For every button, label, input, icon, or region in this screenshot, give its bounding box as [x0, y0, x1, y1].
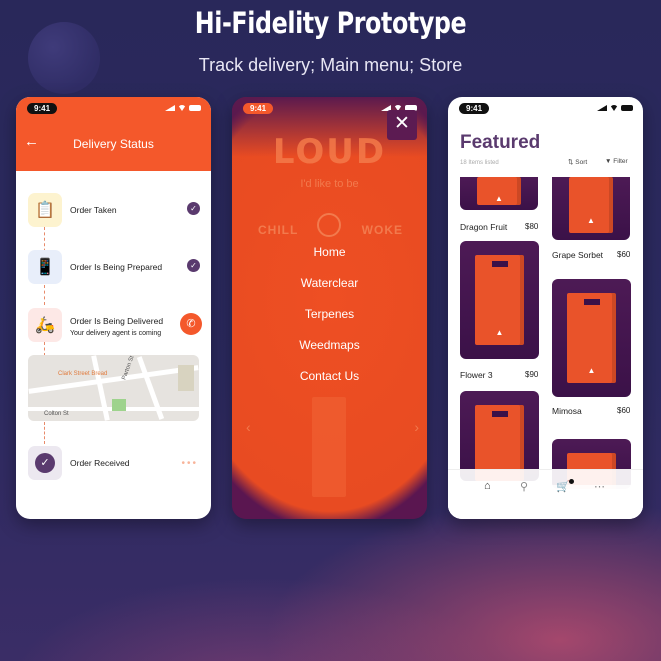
- cart-icon[interactable]: 🛒: [556, 480, 570, 493]
- timeline-connector: [44, 422, 45, 444]
- wifi-icon: [178, 105, 186, 111]
- gauge-icon: [317, 213, 341, 237]
- product-label: [583, 299, 600, 305]
- scale-right-label: WOKE: [361, 223, 403, 237]
- product-card[interactable]: ▲: [552, 279, 631, 397]
- bottom-tab-bar: ⌂ ⚲ 🛒 ⋯: [448, 469, 643, 519]
- sort-icon: ⇅: [568, 159, 574, 166]
- product-card[interactable]: ▲: [552, 177, 630, 240]
- delivery-step: 🛵 Order Is Being Delivered Your delivery…: [28, 308, 202, 344]
- filter-label: Filter: [613, 158, 628, 165]
- status-time: 9:41: [459, 103, 490, 114]
- product-name: Mimosa: [552, 406, 582, 416]
- step-label: Order Received: [70, 458, 130, 468]
- more-icon: •••: [181, 458, 198, 469]
- page-subtitle: Track delivery; Main menu; Store: [198, 55, 463, 75]
- phone-main-menu: 9:41 ✕ LOUD I'd like to be CHILL WOKE Ho…: [232, 97, 427, 519]
- clipboard-icon: 📋: [28, 193, 62, 227]
- chevron-left-icon[interactable]: ‹: [246, 419, 251, 435]
- product-box-image: [312, 397, 346, 497]
- delivery-step: 📋 Order Taken ✓: [28, 193, 200, 229]
- check-icon: ✓: [187, 259, 200, 272]
- map-label: Colton St: [44, 411, 69, 417]
- status-bar: 9:41: [16, 97, 211, 119]
- product-card[interactable]: ▲: [460, 241, 539, 359]
- more-icon[interactable]: ⋯: [594, 480, 605, 493]
- product-image: ▲: [569, 177, 613, 233]
- check-icon: ✓: [187, 202, 200, 215]
- menu-item-terpenes[interactable]: Terpenes: [232, 307, 427, 321]
- map-road: [28, 365, 199, 394]
- search-icon[interactable]: ⚲: [520, 480, 528, 493]
- timeline-connector: [44, 342, 45, 356]
- brand-mark-icon: ▲: [587, 366, 596, 375]
- delivery-map[interactable]: Clark Street Bread Parton St Colton St: [28, 355, 199, 421]
- delivery-header: 9:41 ← Delivery Status: [16, 97, 211, 171]
- product-card[interactable]: [460, 391, 539, 481]
- map-park: [112, 399, 126, 411]
- delivery-step: 📱 Order Is Being Prepared ✓: [28, 250, 200, 286]
- status-icons: [597, 105, 633, 111]
- map-label: Clark Street Bread: [58, 371, 108, 377]
- brand-mark-icon: ▲: [495, 328, 504, 337]
- cart-badge: [569, 479, 574, 484]
- product-image: ▲: [475, 255, 524, 345]
- brand-tagline: I'd like to be: [300, 178, 359, 190]
- menu-item-waterclear[interactable]: Waterclear: [232, 276, 427, 290]
- product-price: $80: [525, 222, 539, 231]
- battery-icon: [621, 105, 633, 111]
- product-price: $60: [617, 250, 631, 259]
- delivery-step: ✓ Order Received •••: [28, 446, 200, 482]
- brand-mark-icon: ▲: [587, 216, 595, 225]
- product-label: [491, 261, 508, 267]
- sort-button[interactable]: ⇅ Sort: [568, 158, 587, 166]
- store-title: Featured: [460, 132, 541, 153]
- status-time: 9:41: [243, 103, 274, 114]
- scale-left-label: CHILL: [258, 223, 299, 237]
- brand-mark-icon: ▲: [495, 194, 503, 203]
- menu-item-home[interactable]: Home: [232, 245, 427, 259]
- product-name: Grape Sorbet: [552, 250, 604, 260]
- phone-icon[interactable]: ✆: [180, 313, 202, 335]
- product-name: Flower 3: [460, 370, 493, 380]
- step-sub-label: Your delivery agent is coming: [70, 330, 162, 337]
- filter-icon: ▼: [605, 158, 612, 165]
- filter-button[interactable]: ▼ Filter: [605, 158, 628, 165]
- product-name: Dragon Fruit: [460, 222, 508, 232]
- check-circle-icon: ✓: [28, 446, 62, 480]
- product-image: ▲: [567, 293, 616, 383]
- map-block: [178, 365, 194, 391]
- product-label: [491, 411, 508, 417]
- step-label: Order Is Being Delivered: [70, 316, 164, 326]
- chevron-right-icon[interactable]: ›: [414, 419, 419, 435]
- wifi-icon: [610, 105, 618, 111]
- battery-icon: [189, 105, 201, 111]
- home-icon[interactable]: ⌂: [484, 480, 491, 492]
- tablet-icon: 📱: [28, 250, 62, 284]
- product-price: $60: [617, 406, 631, 415]
- brand-logo: LOUD: [272, 132, 387, 172]
- menu-item-weedmaps[interactable]: Weedmaps: [232, 338, 427, 352]
- status-time: 9:41: [27, 103, 58, 114]
- menu-item-contact-us[interactable]: Contact Us: [232, 369, 427, 383]
- timeline-connector: [44, 285, 45, 305]
- status-bar: 9:41: [448, 97, 643, 119]
- status-icons: [165, 105, 201, 111]
- scooter-icon: 🛵: [28, 308, 62, 342]
- product-image: ▲: [477, 177, 521, 205]
- items-count: 18 Items listed: [460, 160, 499, 166]
- phone-store: 9:41 Featured 18 Items listed ⇅ Sort ▼ F…: [448, 97, 643, 519]
- product-card[interactable]: ▲: [460, 177, 538, 210]
- page-title: Hi-Fidelity Prototype: [194, 6, 467, 40]
- signal-icon: [165, 105, 175, 111]
- sort-label: Sort: [575, 159, 588, 166]
- step-label: Order Taken: [70, 205, 117, 215]
- delivery-title: Delivery Status: [73, 137, 154, 151]
- product-price: $90: [525, 370, 539, 379]
- phone-delivery-status: 9:41 ← Delivery Status 📋 Order Taken ✓ 📱…: [16, 97, 211, 519]
- step-label: Order Is Being Prepared: [70, 262, 163, 272]
- signal-icon: [597, 105, 607, 111]
